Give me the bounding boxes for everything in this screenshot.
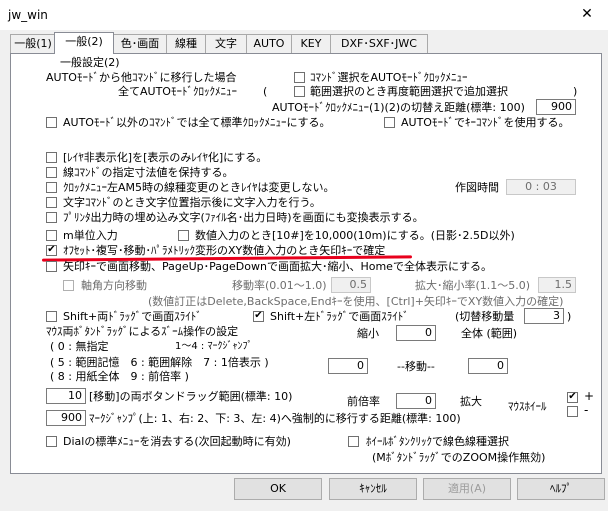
close-icon[interactable]: ✕ <box>575 4 599 24</box>
tab-text[interactable]: 文字 <box>205 34 247 53</box>
num-input-checkbox[interactable] <box>178 230 189 241</box>
std-clock-label: AUTOﾓｰﾄﾞ以外のｺﾏﾝﾄﾞでは全て標準ｸﾛｯｸﾒﾆｭｰにする。 <box>63 116 331 129</box>
axis-move-label: 軸角方向移動 <box>81 279 147 292</box>
auto-mode-all-label: 全てAUTOﾓｰﾄﾞｸﾛｯｸﾒﾆｭｰ <box>118 85 237 98</box>
move-right-input[interactable]: 0 <box>468 358 508 374</box>
zoom-ops-title: ﾏｳｽ両ﾎﾞﾀﾝﾄﾞﾗｯｸﾞによるｽﾞｰﾑ操作の設定 <box>46 325 239 338</box>
m-unit-label: m単位入力 <box>63 229 118 242</box>
mouse-wheel-label: ﾏｳｽﾎｲｰﾙ <box>508 400 547 413</box>
both-drag-range-input[interactable]: 10 <box>46 388 86 404</box>
enlarge-label: 拡大 <box>460 395 482 408</box>
switch-amount-close: ) <box>567 310 572 323</box>
move-left-input[interactable]: 0 <box>328 358 368 374</box>
std-clock-checkbox[interactable] <box>46 117 57 128</box>
help-button[interactable]: ﾍﾙﾌﾟ <box>517 478 605 500</box>
num-input-label: 数値入力のとき[10#]を10,000(10m)にする。(日影･2.5D以外) <box>195 229 515 242</box>
switch-distance-input[interactable]: 900 <box>536 99 576 115</box>
drawing-time-label: 作図時間 <box>455 181 499 194</box>
paren-open: ( <box>263 85 268 98</box>
mark-jump-label: ﾏｰｸｼﾞｬﾝﾌﾟ(上: 1、右: 2、下: 3、左: 4)へ強制的に移行する距… <box>89 412 461 425</box>
wheel-minus-label: - <box>584 403 589 417</box>
shift-left-drag-label: Shift+左ﾄﾞﾗｯｸﾞで画面ｽﾗｲﾄﾞ <box>270 310 409 323</box>
zoom-legend-1b: 1～4 : ﾏｰｸｼﾞｬﾝﾌﾟ <box>175 341 253 352</box>
shift-both-drag-label: Shift+両ﾄﾞﾗｯｸﾞで画面ｽﾗｲﾄﾞ <box>63 310 202 323</box>
section-title: 一般設定(2) <box>60 56 120 69</box>
arrow-key-label: 矢印ｷｰで画面移動、PageUp･PageDownで画面拡大･縮小、Homeで全… <box>63 260 493 273</box>
paren-close: ) <box>573 85 578 98</box>
window-title: jw_win <box>8 8 48 22</box>
whole-range-label: 全体 (範囲) <box>461 327 518 340</box>
shift-left-drag-checkbox[interactable] <box>253 311 264 322</box>
edit-note: (数値訂正はDelete,BackSpace,Endｷｰを使用、[Ctrl]+矢… <box>148 295 564 308</box>
ok-button[interactable]: OK <box>234 478 322 500</box>
title-bar: jw_win ✕ <box>0 0 608 30</box>
clock-am5-label: ｸﾛｯｸﾒﾆｭｰ左AM5時の線種変更のときﾚｲﾔは変更しない。 <box>63 181 335 194</box>
tab-dxf-sxf-jwc[interactable]: DXF･SXF･JWC <box>330 34 428 53</box>
text-pos-checkbox[interactable] <box>46 197 57 208</box>
apply-button[interactable]: 適用(A) <box>423 478 511 500</box>
layer-hide-checkbox[interactable] <box>46 152 57 163</box>
arrow-key-checkbox[interactable] <box>46 261 57 272</box>
text-pos-label: 文字ｺﾏﾝﾄﾞのとき文字位置指示後に文字入力を行う。 <box>63 196 321 209</box>
move-label: --移動-- <box>397 360 435 373</box>
key-cmd-label: AUTOﾓｰﾄﾞでｷｰｺﾏﾝﾄﾞを使用する。 <box>401 116 570 129</box>
cmd-select-label: ｺﾏﾝﾄﾞ選択をAUTOﾓｰﾄﾞｸﾛｯｸﾒﾆｭｰ <box>310 71 468 84</box>
shrink-input[interactable]: 0 <box>396 325 436 341</box>
switch-amount-label: (切替移動量 <box>455 310 515 323</box>
tab-key[interactable]: KEY <box>291 34 331 53</box>
range-select-checkbox[interactable] <box>294 86 305 97</box>
m-unit-checkbox[interactable] <box>46 230 57 241</box>
zoom-rate-label: 拡大･縮小率(1.1～5.0) <box>415 279 531 292</box>
switch-amount-input[interactable]: 3 <box>524 308 564 324</box>
zoom-rate-input[interactable]: 1.5 <box>538 277 576 293</box>
shift-both-drag-checkbox[interactable] <box>46 311 57 322</box>
zoom-legend-1: ( 0 : 無指定 <box>50 340 109 353</box>
printer-embed-checkbox[interactable] <box>46 212 57 223</box>
key-cmd-checkbox[interactable] <box>384 117 395 128</box>
zoom-legend-3: ( 8 : 用紙全体 9 : 前倍率 ) <box>50 370 189 383</box>
wheel-plus-label: + <box>584 389 595 403</box>
wheel-button-sub: (MﾎﾞﾀﾝﾄﾞﾗｯｸﾞでのZOOM操作無効) <box>372 451 546 464</box>
shrink-label: 縮小 <box>357 327 379 340</box>
cancel-button[interactable]: ｷｬﾝｾﾙ <box>329 478 417 500</box>
clock-am5-checkbox[interactable] <box>46 182 57 193</box>
keep-line-dim-checkbox[interactable] <box>46 167 57 178</box>
auto-mode-label: AUTOﾓｰﾄﾞから他ｺﾏﾝﾄﾞに移行した場合 <box>46 71 237 84</box>
keep-line-dim-label: 線ｺﾏﾝﾄﾞの指定寸法値を保持する。 <box>63 166 234 179</box>
wheel-button-label: ﾎｲｰﾙﾎﾞﾀﾝｸﾘｯｸで線色線種選択 <box>366 435 509 448</box>
drawing-time-value: 0 : 03 <box>506 179 576 195</box>
mark-jump-input[interactable]: 900 <box>46 410 86 426</box>
zoom-legend-2: ( 5 : 範囲記憶 6 : 範囲解除 7 : 1倍表示 ) <box>50 356 269 369</box>
prev-zoom-label: 前倍率 <box>347 395 380 408</box>
offset-arrow-checkbox[interactable] <box>46 245 57 256</box>
layer-hide-label: [ﾚｲﾔ非表示化]を[表示のみﾚｲﾔ化]にする。 <box>63 151 268 164</box>
wheel-button-checkbox[interactable] <box>348 436 359 447</box>
both-drag-range-label: [移動]の両ボタンドラッグ範囲(標準: 10) <box>89 390 293 403</box>
wheel-minus-checkbox[interactable] <box>567 406 578 417</box>
prev-zoom-input[interactable]: 0 <box>396 393 436 409</box>
move-rate-input[interactable]: 0.5 <box>331 277 371 293</box>
tab-color-screen[interactable]: 色･画面 <box>113 34 167 53</box>
cmd-select-checkbox[interactable] <box>294 72 305 83</box>
dial-menu-checkbox[interactable] <box>46 436 57 447</box>
wheel-plus-checkbox[interactable] <box>567 392 578 403</box>
axis-move-checkbox[interactable] <box>63 280 74 291</box>
switch-distance-label: AUTOﾓｰﾄﾞｸﾛｯｸﾒﾆｭｰ(1)(2)の切替え距離(標準: 100) <box>272 101 525 114</box>
tab-general-2[interactable]: 一般(2) <box>54 32 114 54</box>
tab-general-1[interactable]: 一般(1) <box>10 34 56 53</box>
printer-embed-label: ﾌﾟﾘﾝﾀ出力時の埋め込み文字(ﾌｧｲﾙ名･出力日時)を画面にも変換表示する。 <box>63 211 424 224</box>
tab-line-type[interactable]: 線種 <box>166 34 206 53</box>
move-rate-label: 移動率(0.01～1.0) <box>232 279 327 292</box>
range-select-label: 範囲選択のとき再度範囲選択で追加選択 <box>310 85 508 98</box>
tab-auto[interactable]: AUTO <box>246 34 292 53</box>
dial-menu-label: Dialの標準ﾒﾆｭｰを消去する(次回起動時に有効) <box>63 435 291 448</box>
